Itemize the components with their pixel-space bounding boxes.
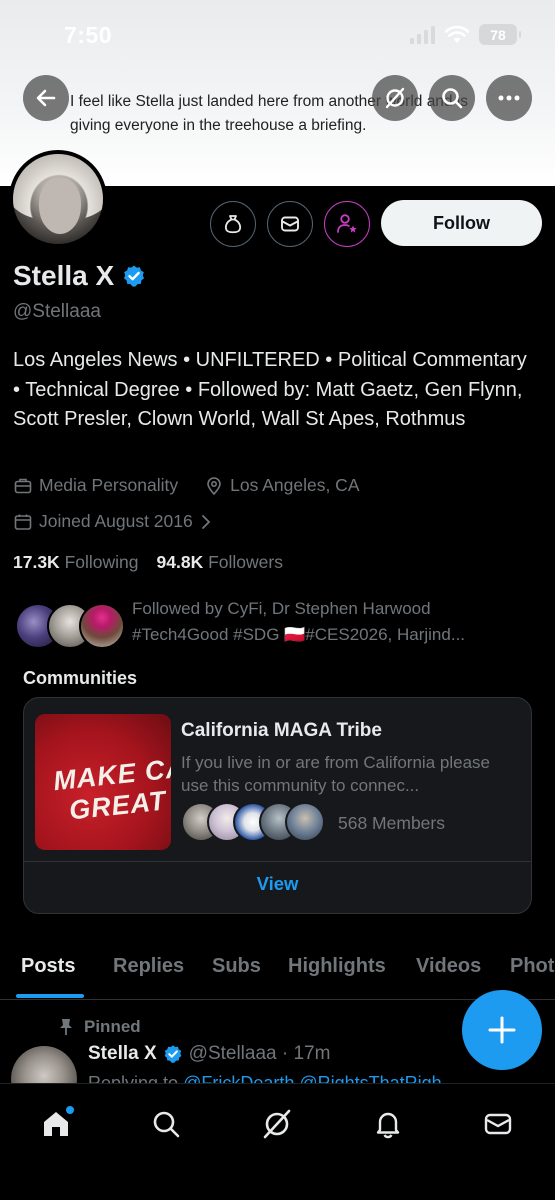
search-icon xyxy=(153,1111,180,1138)
search-button[interactable] xyxy=(429,75,475,121)
envelope-icon xyxy=(281,216,299,232)
search-icon xyxy=(442,88,463,109)
avatar xyxy=(79,603,125,649)
bell-icon xyxy=(376,1112,400,1139)
notification-dot xyxy=(66,1106,74,1114)
nav-notifications[interactable] xyxy=(368,1104,408,1144)
profile-name-row: Stella X xyxy=(13,260,146,292)
community-member-avatars xyxy=(181,802,331,842)
avatar xyxy=(285,802,325,842)
message-button[interactable] xyxy=(267,201,313,247)
following-label: Following xyxy=(64,552,139,572)
plus-icon xyxy=(488,1016,516,1044)
profile-joined: Joined August 2016 xyxy=(39,511,193,531)
pin-icon xyxy=(60,1019,72,1035)
compose-button[interactable] xyxy=(462,990,542,1070)
follow-stats: 17.3K Following 94.8K Followers xyxy=(13,552,283,573)
grok-icon xyxy=(263,1109,291,1139)
community-image: MAKE CALI GREAT A xyxy=(35,714,171,850)
community-name: California MAGA Tribe xyxy=(181,720,382,741)
nav-messages[interactable] xyxy=(478,1104,518,1144)
subscribe-button[interactable] xyxy=(324,201,370,247)
followers-link[interactable]: 94.8K Followers xyxy=(157,552,283,573)
community-card[interactable]: MAKE CALI GREAT A California MAGA Tribe … xyxy=(23,697,532,914)
tab-replies[interactable]: Replies xyxy=(113,955,184,978)
followed-by-line1: Followed by CyFi, Dr Stephen Harwood xyxy=(132,599,431,618)
profile-joined-row[interactable]: Joined August 2016 xyxy=(13,511,213,532)
arrow-left-icon xyxy=(36,89,56,107)
tab-videos[interactable]: Videos xyxy=(416,955,481,978)
chevron-right-icon xyxy=(201,514,211,529)
tab-subs[interactable]: Subs xyxy=(212,955,261,978)
location-pin-icon xyxy=(207,476,221,495)
envelope-icon xyxy=(484,1113,512,1135)
following-link[interactable]: 17.3K Following xyxy=(13,552,139,573)
post-author-name[interactable]: Stella X xyxy=(88,1043,157,1065)
post-header: Stella X @Stellaaa · 17m xyxy=(88,1043,330,1065)
briefcase-icon xyxy=(14,478,32,493)
followers-label: Followers xyxy=(208,552,283,572)
follow-button[interactable]: Follow xyxy=(381,200,542,246)
profile-category: Media Personality xyxy=(39,475,179,495)
grok-icon xyxy=(385,87,405,109)
profile-tabs: Posts Replies Subs Highlights Videos Pho… xyxy=(0,945,555,1000)
grok-button[interactable] xyxy=(372,75,418,121)
signal-icon xyxy=(410,25,435,44)
battery-icon: 78 xyxy=(479,24,521,45)
profile-avatar[interactable] xyxy=(9,150,107,248)
profile-location: Los Angeles, CA xyxy=(230,475,360,495)
wifi-icon xyxy=(445,25,469,43)
status-time: 7:50 xyxy=(64,22,113,48)
more-button[interactable] xyxy=(486,75,532,121)
nav-grok[interactable] xyxy=(257,1104,297,1144)
followers-count: 94.8K xyxy=(156,552,204,572)
followed-by-avatars[interactable] xyxy=(15,603,125,649)
verified-badge-icon[interactable] xyxy=(122,264,146,288)
back-button[interactable] xyxy=(23,75,69,121)
followed-by-text[interactable]: Followed by CyFi, Dr Stephen Harwood #Te… xyxy=(132,596,532,648)
pinned-label: Pinned xyxy=(84,1017,141,1036)
profile-handle: @Stellaaa xyxy=(13,301,101,322)
tab-posts[interactable]: Posts xyxy=(21,955,75,978)
tab-photos[interactable]: Phot xyxy=(510,955,554,978)
active-tab-indicator xyxy=(16,994,84,998)
followed-by-line2: #Tech4Good #SDG 🇵🇱#CES2026, Harjind... xyxy=(132,625,466,644)
profile-meta-row: Media Personality Los Angeles, CA xyxy=(13,475,360,496)
profile-name: Stella X xyxy=(13,260,115,291)
bottom-nav xyxy=(0,1083,555,1200)
tip-button[interactable] xyxy=(210,201,256,247)
post-handle-time: @Stellaaa · 17m xyxy=(188,1043,331,1064)
money-bag-icon xyxy=(224,215,242,234)
person-star-icon xyxy=(337,214,357,233)
community-view-link[interactable]: View xyxy=(24,873,531,895)
profile-bio: Los Angeles News • UNFILTERED • Politica… xyxy=(13,349,527,430)
community-description: If you live in or are from California pl… xyxy=(181,753,490,795)
divider xyxy=(24,861,531,862)
calendar-icon xyxy=(14,514,32,530)
verified-badge-icon xyxy=(164,1045,181,1063)
communities-title: Communities xyxy=(23,668,138,688)
tab-highlights[interactable]: Highlights xyxy=(288,955,386,978)
pinned-indicator: Pinned xyxy=(58,1017,141,1037)
more-icon xyxy=(498,95,520,101)
nav-search[interactable] xyxy=(146,1104,186,1144)
following-count: 17.3K xyxy=(13,552,60,572)
nav-home[interactable] xyxy=(36,1104,76,1144)
status-icons: 78 xyxy=(410,24,521,45)
community-member-count: 568 Members xyxy=(338,813,445,833)
